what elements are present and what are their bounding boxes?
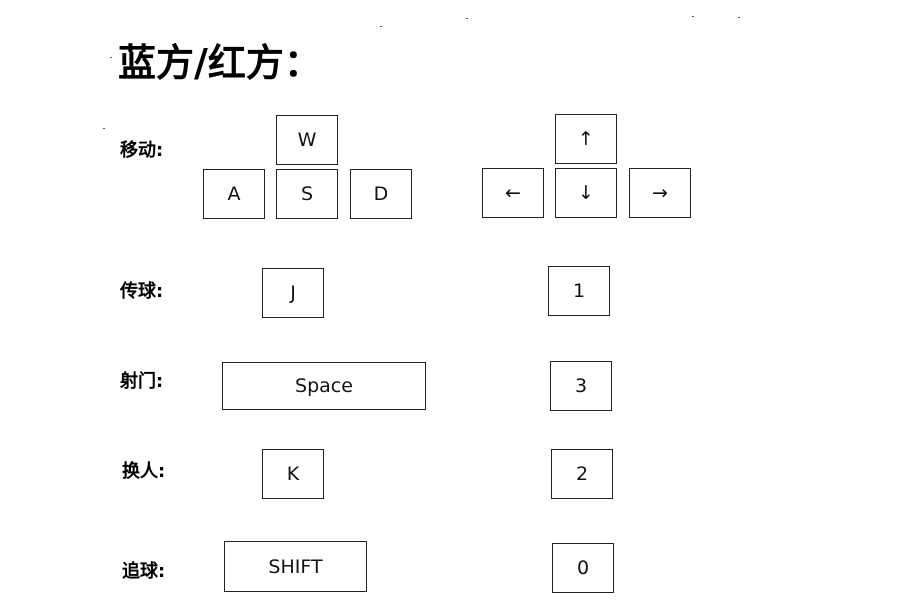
- label-switch: 换人:: [122, 461, 166, 482]
- blue-key-move-left: A: [203, 169, 265, 219]
- red-key-chase: 0: [552, 543, 614, 593]
- artifact-speck: [110, 57, 112, 58]
- label-move: 移动:: [120, 140, 164, 161]
- blue-key-chase: SHIFT: [224, 541, 367, 592]
- label-shoot: 射门:: [120, 371, 164, 392]
- label-chase: 追球:: [122, 561, 166, 582]
- artifact-speck: [103, 128, 105, 129]
- red-key-switch: 2: [551, 449, 613, 499]
- blue-key-pass: J: [262, 268, 324, 318]
- blue-key-move-up: W: [276, 115, 338, 165]
- blue-key-move-down: S: [276, 169, 338, 219]
- label-pass: 传球:: [120, 281, 164, 302]
- page-title: 蓝方/红方：: [118, 41, 322, 85]
- red-key-pass: 1: [548, 266, 610, 316]
- artifact-speck: [466, 18, 468, 19]
- red-key-move-right: →: [629, 168, 691, 218]
- blue-key-move-right: D: [350, 169, 412, 219]
- red-key-move-down: ↓: [555, 168, 617, 218]
- red-key-move-left: ←: [482, 168, 544, 218]
- artifact-speck: [380, 26, 382, 27]
- blue-key-shoot: Space: [222, 362, 426, 410]
- artifact-speck: [738, 17, 740, 18]
- artifact-speck: [692, 16, 694, 17]
- red-key-shoot: 3: [550, 361, 612, 411]
- blue-key-switch: K: [262, 449, 324, 499]
- red-key-move-up: ↑: [555, 114, 617, 164]
